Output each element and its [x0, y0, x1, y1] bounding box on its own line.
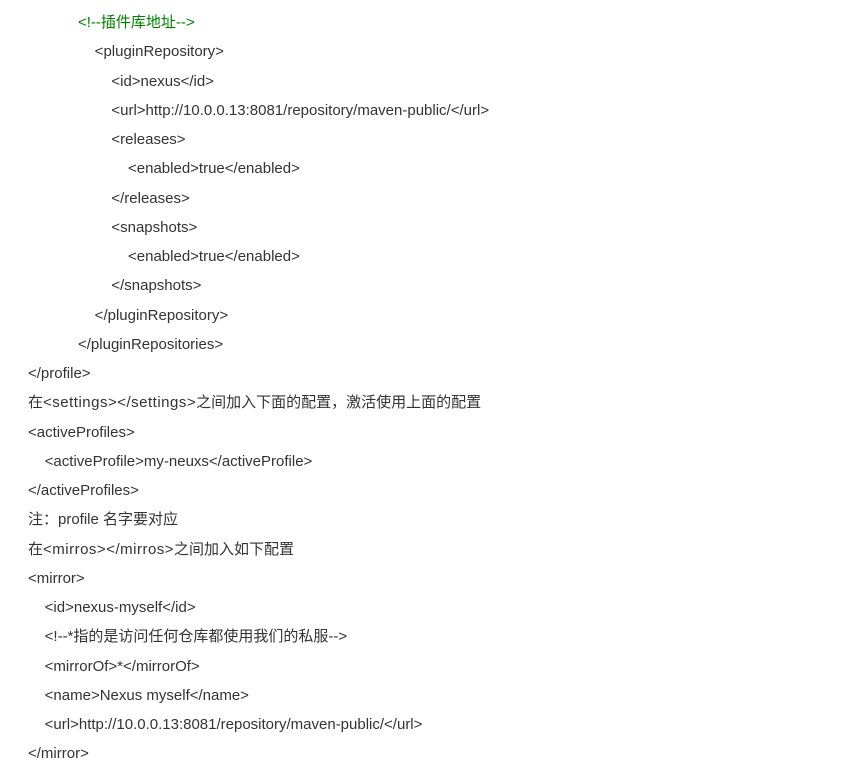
code-line: </snapshots> — [28, 271, 835, 300]
code-line: <activeProfile>my-neuxs</activeProfile> — [28, 447, 835, 476]
instruction-mirros: 在<mirros></mirros>之间加入如下配置 — [28, 535, 835, 564]
code-line: </pluginRepositories> — [28, 330, 835, 359]
note-profile: 注：profile 名字要对应 — [28, 505, 835, 534]
code-line: </profile> — [28, 359, 835, 388]
code-line: <!--*指的是访问任何仓库都使用我们的私服--> — [28, 622, 835, 651]
code-block-1: <!--插件库地址--> <pluginRepository> <id>nexu… — [28, 8, 835, 388]
code-line: <mirrorOf>*</mirrorOf> — [28, 652, 835, 681]
code-line: <enabled>true</enabled> — [28, 242, 835, 271]
code-line: <pluginRepository> — [28, 37, 835, 66]
code-line: </pluginRepository> — [28, 301, 835, 330]
code-line: <url>http://10.0.0.13:8081/repository/ma… — [28, 96, 835, 125]
code-line: <id>nexus</id> — [28, 67, 835, 96]
code-line: </releases> — [28, 184, 835, 213]
code-line: </mirror> — [28, 739, 835, 768]
code-line: <name>Nexus myself</name> — [28, 681, 835, 710]
code-line: <!--插件库地址--> — [28, 8, 835, 37]
code-block-3: <mirror> <id>nexus-myself</id> <!--*指的是访… — [28, 564, 835, 769]
code-line: <releases> — [28, 125, 835, 154]
code-line: <mirror> — [28, 564, 835, 593]
code-block-2: <activeProfiles> <activeProfile>my-neuxs… — [28, 418, 835, 506]
code-line: <url>http://10.0.0.13:8081/repository/ma… — [28, 710, 835, 739]
code-line: <id>nexus-myself</id> — [28, 593, 835, 622]
code-line: </activeProfiles> — [28, 476, 835, 505]
code-line: <snapshots> — [28, 213, 835, 242]
code-line: <enabled>true</enabled> — [28, 154, 835, 183]
code-line: <activeProfiles> — [28, 418, 835, 447]
instruction-settings: 在<settings></settings>之间加入下面的配置，激活使用上面的配… — [28, 388, 835, 417]
